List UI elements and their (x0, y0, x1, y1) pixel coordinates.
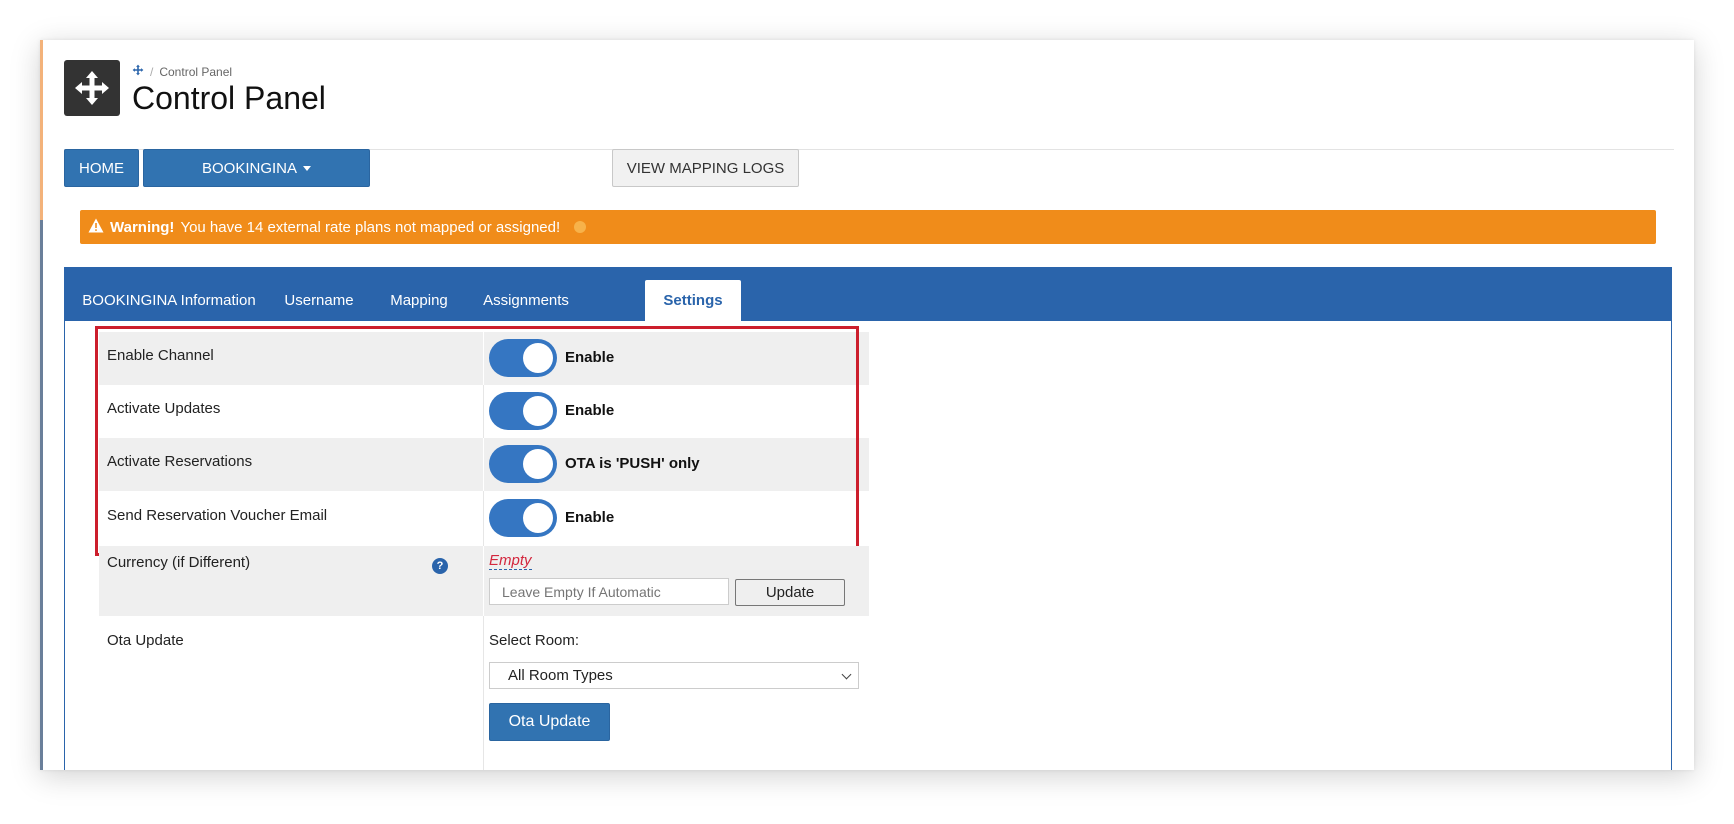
tab-assignments-label: Assignments (483, 292, 569, 309)
select-room-label: Select Room: (489, 632, 580, 649)
view-mapping-logs-button[interactable]: VIEW MAPPING LOGS (612, 149, 799, 187)
breadcrumb-separator: / (150, 64, 154, 79)
setting-row-voucher-email: Send Reservation Voucher Email Enable (99, 491, 869, 546)
warning-alert: Warning! You have 14 external rate plans… (80, 210, 1656, 244)
home-button[interactable]: HOME (64, 149, 139, 187)
caret-down-icon (303, 165, 312, 171)
currency-update-button[interactable]: Update (735, 579, 845, 606)
toggle-knob (523, 503, 553, 533)
ota-update-label: Ota Update (508, 713, 591, 730)
setting-row-currency: Currency (if Different) ? Empty Update (99, 546, 869, 616)
setting-row-activate-updates: Activate Updates Enable (99, 385, 869, 438)
help-icon[interactable]: ? (432, 558, 448, 574)
setting-label: Currency (if Different) (107, 554, 251, 571)
view-mapping-logs-label: VIEW MAPPING LOGS (626, 159, 785, 177)
toggle-knob (523, 449, 553, 479)
row-divider (483, 385, 484, 438)
setting-row-activate-reservations: Activate Reservations OTA is 'PUSH' only (99, 438, 869, 491)
tab-settings[interactable]: Settings (645, 280, 741, 321)
setting-label: Activate Updates (107, 400, 221, 417)
row-divider (483, 616, 484, 770)
info-dot-icon[interactable] (574, 221, 587, 233)
toggle-status: Enable (565, 402, 615, 419)
toggle-knob (523, 396, 553, 426)
voucher-email-toggle[interactable] (489, 499, 557, 537)
tab-settings-label: Settings (663, 292, 723, 309)
tab-information-label: BOOKINGINA Information (82, 292, 256, 309)
breadcrumb-current: Control Panel (159, 64, 233, 79)
toggle-knob (523, 343, 553, 373)
page-title: Control Panel (132, 80, 326, 116)
breadcrumb: / Control Panel (132, 64, 232, 79)
toggle-status: Enable (565, 509, 615, 526)
tab-information[interactable]: BOOKINGINA Information (71, 280, 267, 321)
room-type-selected: All Room Types (508, 667, 613, 684)
move-arrows-small-icon[interactable] (132, 64, 144, 79)
activate-reservations-toggle[interactable] (489, 445, 557, 483)
currency-input[interactable] (489, 578, 729, 605)
setting-label: Activate Reservations (107, 453, 253, 470)
tab-mapping-label: Mapping (390, 292, 448, 309)
toggle-status: OTA is 'PUSH' only (565, 455, 700, 472)
move-arrows-icon (64, 60, 120, 116)
tab-mapping[interactable]: Mapping (371, 280, 467, 321)
setting-label: Send Reservation Voucher Email (107, 507, 328, 524)
warning-triangle-icon (88, 218, 104, 237)
page-header: / Control Panel Control Panel (64, 60, 1674, 150)
ota-update-button[interactable]: Ota Update (489, 703, 610, 741)
home-button-label: HOME (79, 159, 124, 177)
toggle-status: Enable (565, 349, 615, 366)
row-divider (483, 332, 484, 385)
tab-username-label: Username (284, 292, 354, 309)
currency-update-label: Update (765, 584, 815, 601)
row-divider (483, 491, 484, 546)
channel-dropdown-button[interactable]: BOOKINGINA (143, 149, 370, 187)
enable-channel-toggle[interactable] (489, 339, 557, 377)
room-type-select[interactable]: All Room Types (489, 662, 859, 689)
setting-row-ota-update: Ota Update Select Room: All Room Types O… (99, 616, 869, 770)
warning-message: You have 14 external rate plans not mapp… (180, 218, 561, 236)
channel-dropdown-label: BOOKINGINA (201, 159, 298, 177)
left-accent-bar-lower (40, 220, 43, 770)
setting-row-enable-channel: Enable Channel Enable (99, 332, 869, 385)
setting-label: Ota Update (107, 632, 184, 649)
row-divider (483, 438, 484, 491)
tab-username[interactable]: Username (267, 280, 371, 321)
activate-updates-toggle[interactable] (489, 392, 557, 430)
currency-value-link[interactable]: Empty (489, 552, 532, 570)
settings-panel: BOOKINGINA Information Username Mapping … (64, 267, 1672, 770)
tab-assignments[interactable]: Assignments (467, 280, 585, 321)
chevron-down-icon (841, 669, 852, 680)
setting-label: Enable Channel (107, 347, 214, 364)
tab-bar: BOOKINGINA Information Username Mapping … (65, 268, 1671, 321)
warning-strong: Warning! (110, 218, 175, 236)
row-divider (483, 546, 484, 616)
app-window: / Control Panel Control Panel HOME BOOKI… (40, 40, 1694, 770)
